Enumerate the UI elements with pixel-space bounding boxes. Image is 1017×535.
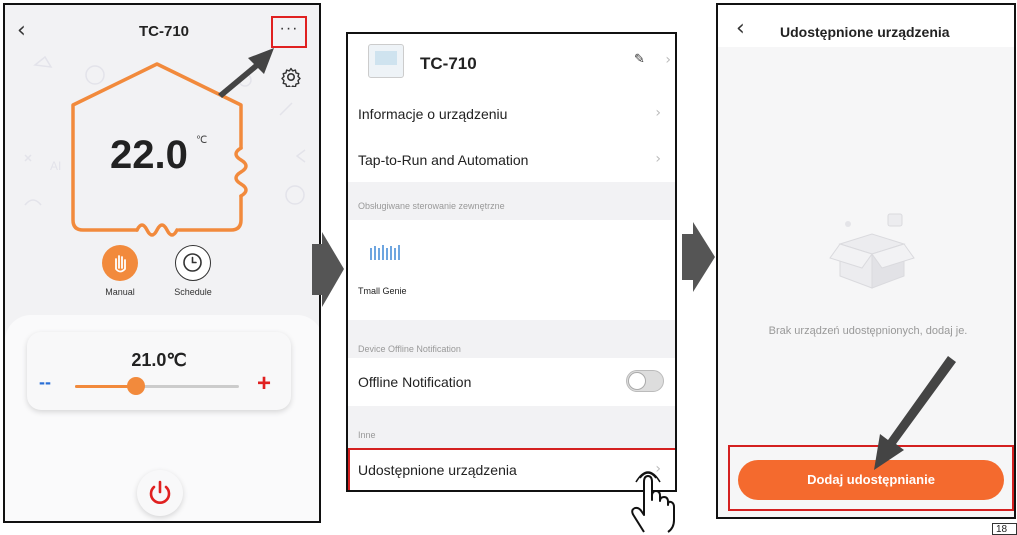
temperature-setpoint-card: 21.0℃ -- + <box>27 332 291 410</box>
pointer-arrow-icon <box>874 356 956 470</box>
offline-notification-row: Offline Notification <box>348 358 675 406</box>
section-title: Inne <box>358 430 376 440</box>
setpoint-value: 21.0℃ <box>131 350 187 370</box>
tap-to-run-label: Tap-to-Run and Automation <box>358 152 529 168</box>
device-header: TC-710 ✎ › <box>348 34 675 92</box>
device-settings-screen: TC-710 ✎ › Informacje o urządzeniu › Tap… <box>346 32 677 492</box>
offline-notification-section: Device Offline Notification <box>348 320 675 358</box>
power-icon <box>149 480 171 504</box>
empty-state-message: Brak urządzeń udostępnionych, dodaj je. <box>768 325 968 337</box>
offline-notification-toggle[interactable] <box>626 370 664 392</box>
section-title: Device Offline Notification <box>358 344 461 354</box>
page-title: Udostępnione urządzenia <box>780 24 950 40</box>
section-title: Obsługiwane sterowanie zewnętrzne <box>358 201 505 211</box>
hand-icon <box>115 255 126 273</box>
chevron-right-icon: › <box>655 151 661 167</box>
tmall-genie-icon <box>370 245 400 260</box>
schedule-mode-label: Schedule <box>174 287 212 297</box>
chevron-right-icon: › <box>665 52 671 68</box>
tmall-genie-label: Tmall Genie <box>358 286 407 296</box>
external-control-section: Obsługiwane sterowanie zewnętrzne <box>348 182 675 220</box>
schedule-mode-button[interactable] <box>175 245 211 281</box>
pointer-arrow-icon <box>218 48 274 98</box>
page-number: 18 <box>992 523 1017 535</box>
temperature-unit: ℃ <box>196 135 208 146</box>
tap-to-run-row[interactable]: Tap-to-Run and Automation › <box>348 138 675 182</box>
power-button[interactable] <box>137 470 183 516</box>
device-info-label: Informacje o urządzeniu <box>358 106 508 122</box>
temperature-slider-thumb[interactable] <box>126 377 145 395</box>
current-temperature: 22.0 <box>110 133 188 177</box>
tap-hand-icon <box>631 471 675 533</box>
empty-box-icon <box>829 213 915 289</box>
back-icon[interactable]: ‹ <box>736 16 745 41</box>
decrease-button[interactable]: -- <box>39 372 51 393</box>
chevron-right-icon: › <box>655 105 661 121</box>
temperature-slider-track[interactable] <box>75 377 239 395</box>
gear-icon[interactable] <box>281 67 301 87</box>
svg-text:AI: AI <box>50 159 61 173</box>
increase-button[interactable]: + <box>257 370 271 398</box>
flow-arrow-icon <box>682 222 715 292</box>
other-section: Inne <box>348 406 675 448</box>
device-thumbnail <box>368 44 404 78</box>
tmall-genie-item[interactable]: Tmall Genie <box>348 220 675 320</box>
edit-icon[interactable]: ✎ <box>634 52 645 67</box>
manual-mode-button[interactable] <box>102 245 138 281</box>
toggle-knob <box>628 372 646 390</box>
manual-mode-label: Manual <box>105 287 135 297</box>
device-name: TC-710 <box>420 54 477 73</box>
flow-arrow-icon <box>312 232 344 307</box>
clock-icon <box>183 253 202 272</box>
offline-notification-label: Offline Notification <box>358 374 472 390</box>
device-info-row[interactable]: Informacje o urządzeniu › <box>348 92 675 138</box>
